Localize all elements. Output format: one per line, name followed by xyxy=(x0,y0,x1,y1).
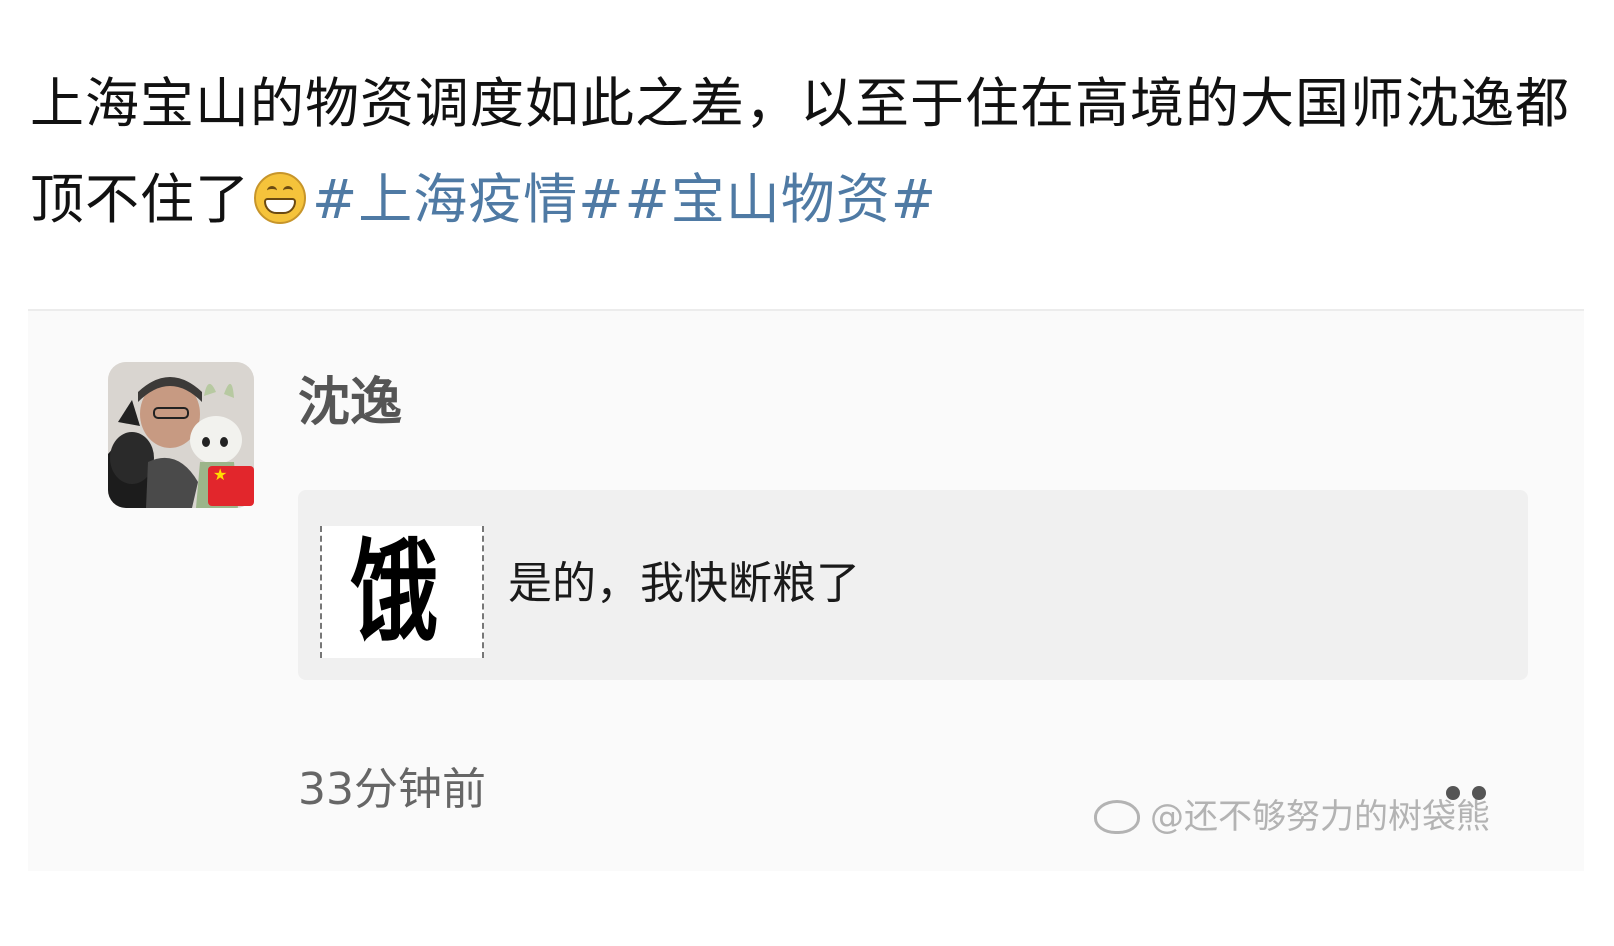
topic-link-shanghai-epidemic[interactable]: #上海疫情# xyxy=(312,168,625,231)
sticker-text: 饿 xyxy=(350,528,438,656)
weibo-logo-icon xyxy=(1094,800,1140,834)
watermark-text: @还不够努力的树袋熊 xyxy=(1150,797,1490,837)
comment-timestamp: 33分钟前 xyxy=(298,764,486,815)
topic-link-baoshan-supplies[interactable]: #宝山物资# xyxy=(625,168,938,231)
comment-username[interactable]: 沈逸 xyxy=(298,370,402,436)
reply-bubble: 饿 是的，我快断粮了 xyxy=(298,490,1528,680)
weibo-watermark: @还不够努力的树袋熊 xyxy=(1094,794,1490,840)
china-flag-icon xyxy=(208,466,254,506)
sticker-image: 饿 xyxy=(320,526,484,658)
weibo-post-screenshot: 上海宝山的物资调度如此之差，以至于住在高境的大国师沈逸都顶不住了 #上海疫情##宝… xyxy=(0,0,1614,946)
post-body: 上海宝山的物资调度如此之差，以至于住在高境的大国师沈逸都顶不住了 #上海疫情##宝… xyxy=(30,56,1570,248)
reply-text: 是的，我快断粮了 xyxy=(508,558,860,609)
grinning-face-icon xyxy=(254,172,306,224)
